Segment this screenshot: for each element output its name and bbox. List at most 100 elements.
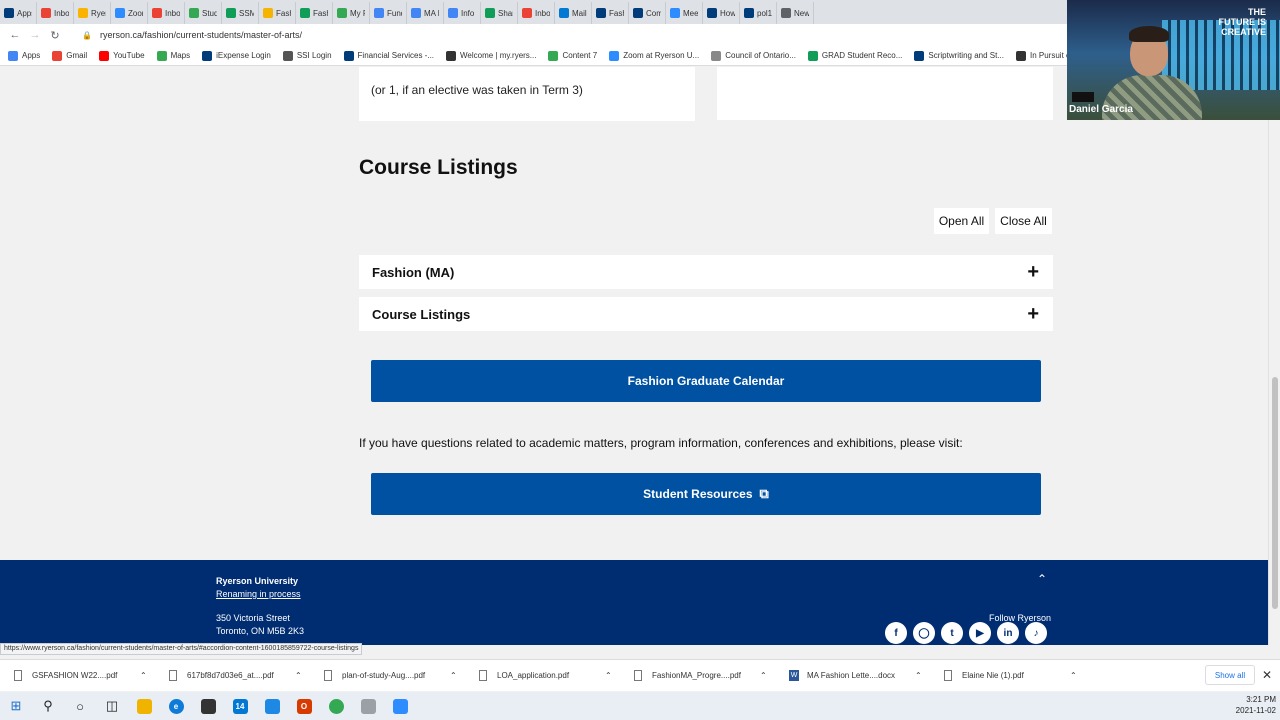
chevron-up-icon[interactable]: ⌃ xyxy=(1070,671,1077,680)
browser-tab[interactable]: Fashi xyxy=(296,2,333,24)
app-icon[interactable] xyxy=(256,692,288,720)
plus-icon[interactable]: + xyxy=(1027,262,1039,282)
chevron-up-icon[interactable]: ⌃ xyxy=(915,671,922,680)
youtube-icon[interactable]: ▶ xyxy=(969,622,991,644)
task-view-icon[interactable]: ◫ xyxy=(96,692,128,720)
bookmark-item[interactable]: Council of Ontario... xyxy=(711,50,796,61)
download-item[interactable]: LOA_application.pdf ⌃ xyxy=(465,670,620,681)
browser-tab[interactable]: How xyxy=(703,2,740,24)
browser-tab[interactable]: Inbox xyxy=(37,2,74,24)
bookmark-item[interactable]: Content 7 xyxy=(548,50,597,61)
pdf-file-icon xyxy=(479,670,487,681)
browser-tab[interactable]: Mail xyxy=(555,2,592,24)
edge-icon[interactable]: e xyxy=(160,692,192,720)
browser-tab[interactable]: pol16 xyxy=(740,2,777,24)
close-icon[interactable]: ✕ xyxy=(1262,668,1272,682)
download-item[interactable]: W MA Fashion Lette....docx ⌃ xyxy=(775,670,930,681)
forward-arrow-icon[interactable]: → xyxy=(28,28,42,42)
bookmark-item[interactable]: GRAD Student Reco... xyxy=(807,50,902,61)
chevron-up-icon[interactable]: ⌃ xyxy=(760,671,767,680)
bookmark-item[interactable]: Scriptwriting and St... xyxy=(914,50,1004,61)
download-item[interactable]: GSFASHION W22....pdf ⌃ xyxy=(0,670,155,681)
chevron-up-icon[interactable]: ⌃ xyxy=(295,671,302,680)
close-all-button[interactable]: Close All xyxy=(995,208,1052,234)
video-call-tile[interactable]: THE FUTURE IS CREATIVE Daniel Garcia xyxy=(1067,0,1280,120)
twitter-icon[interactable]: t xyxy=(941,622,963,644)
browser-tab[interactable]: Meet xyxy=(666,2,703,24)
bookmark-item[interactable]: In Pursuit of xyxy=(1016,50,1073,61)
zoom-icon[interactable] xyxy=(384,692,416,720)
show-all-button[interactable]: Show all xyxy=(1205,665,1255,685)
download-item[interactable]: 617bf8d7d03e6_at....pdf ⌃ xyxy=(155,670,310,681)
search-icon[interactable]: ⚲ xyxy=(32,692,64,720)
browser-tab[interactable]: MA F xyxy=(407,2,444,24)
chevron-up-icon[interactable]: ⌃ xyxy=(450,671,457,680)
browser-tab[interactable]: Zoom xyxy=(111,2,148,24)
browser-tab[interactable]: Ryers xyxy=(74,2,111,24)
browser-tab[interactable]: Fund xyxy=(370,2,407,24)
browser-tab[interactable]: Comr xyxy=(629,2,666,24)
page-scrollbar[interactable] xyxy=(1268,67,1280,645)
chrome-icon[interactable] xyxy=(320,692,352,720)
slogan-line: FUTURE IS xyxy=(1218,17,1266,27)
instagram-icon[interactable]: ◯ xyxy=(913,622,935,644)
taskbar-clock[interactable]: 3:21 PM 2021-11-02 xyxy=(1230,694,1276,716)
tiktok-icon[interactable]: ♪ xyxy=(1025,622,1047,644)
bookmark-item[interactable]: Maps xyxy=(156,50,190,61)
browser-tab[interactable]: Stude xyxy=(185,2,222,24)
linkedin-icon[interactable]: in xyxy=(997,622,1019,644)
back-arrow-icon[interactable]: ← xyxy=(8,28,22,42)
office-icon[interactable]: O xyxy=(288,692,320,720)
facebook-icon[interactable]: f xyxy=(885,622,907,644)
bookmark-label: Welcome | my.ryers... xyxy=(460,51,537,60)
bookmark-item[interactable]: SSI Login xyxy=(282,50,332,61)
lock-icon[interactable]: 🔒 xyxy=(82,31,92,40)
address-bar[interactable]: 🔒 ryerson.ca/fashion/current-students/ma… xyxy=(82,30,302,40)
bookmark-item[interactable]: Zoom at Ryerson U... xyxy=(609,50,699,61)
browser-tab-label: Fashi xyxy=(609,8,624,18)
download-item[interactable]: Elaine Nie (1).pdf ⌃ xyxy=(930,670,1085,681)
browser-tab[interactable]: SSM0 xyxy=(222,2,259,24)
download-item[interactable]: FashionMA_Progre....pdf ⌃ xyxy=(620,670,775,681)
bookmark-item[interactable]: iExpense Login xyxy=(202,50,271,61)
mail-icon[interactable]: 14 xyxy=(224,692,256,720)
accordion-course-listings[interactable]: Course Listings + xyxy=(359,297,1053,331)
cortana-icon[interactable]: ○ xyxy=(64,692,96,720)
browser-tab[interactable]: Share xyxy=(481,2,518,24)
browser-tab[interactable]: New xyxy=(777,2,814,24)
browser-tab[interactable]: My FC xyxy=(333,2,370,24)
browser-tab[interactable]: Info F xyxy=(444,2,481,24)
renaming-link[interactable]: Renaming in process xyxy=(216,589,301,599)
bookmark-item[interactable]: Welcome | my.ryers... xyxy=(446,50,537,61)
snipping-tool-icon[interactable] xyxy=(352,692,384,720)
browser-tab[interactable]: Fashi xyxy=(592,2,629,24)
chevron-up-icon[interactable]: ⌃ xyxy=(1037,572,1047,586)
file-explorer-icon[interactable] xyxy=(128,692,160,720)
bookmark-item[interactable]: Apps xyxy=(8,50,40,61)
chevron-up-icon[interactable]: ⌃ xyxy=(140,671,147,680)
accordion-fashion-ma[interactable]: Fashion (MA) + xyxy=(359,255,1053,289)
open-all-button[interactable]: Open All xyxy=(934,208,989,234)
scrollbar-thumb[interactable] xyxy=(1272,377,1278,609)
browser-tab-label: Share xyxy=(498,8,513,18)
student-resources-button[interactable]: Student Resources ⧉ xyxy=(371,473,1041,515)
bookmark-label: Financial Services -... xyxy=(357,51,435,60)
bookmark-item[interactable]: Financial Services -... xyxy=(343,50,435,61)
graduate-calendar-button[interactable]: Fashion Graduate Calendar xyxy=(371,360,1041,402)
drive-icon xyxy=(337,8,347,18)
browser-tab[interactable]: Inbox xyxy=(518,2,555,24)
browser-tab[interactable]: Apps xyxy=(0,2,37,24)
plus-icon[interactable]: + xyxy=(1027,304,1039,324)
chevron-up-icon[interactable]: ⌃ xyxy=(605,671,612,680)
bookmark-item[interactable]: Gmail xyxy=(52,50,87,61)
word-doc-icon: W xyxy=(789,670,799,681)
bookmark-item[interactable]: YouTube xyxy=(99,50,145,61)
store-icon[interactable] xyxy=(192,692,224,720)
browser-tab[interactable]: Fashi xyxy=(259,2,296,24)
browser-tab[interactable]: Inbox xyxy=(148,2,185,24)
logo xyxy=(1072,92,1094,102)
reload-icon[interactable]: ↻ xyxy=(48,28,62,42)
download-item[interactable]: plan-of-study-Aug....pdf ⌃ xyxy=(310,670,465,681)
clock-date: 2021-11-02 xyxy=(1235,706,1276,715)
windows-start-icon[interactable]: ⊞ xyxy=(0,692,32,720)
